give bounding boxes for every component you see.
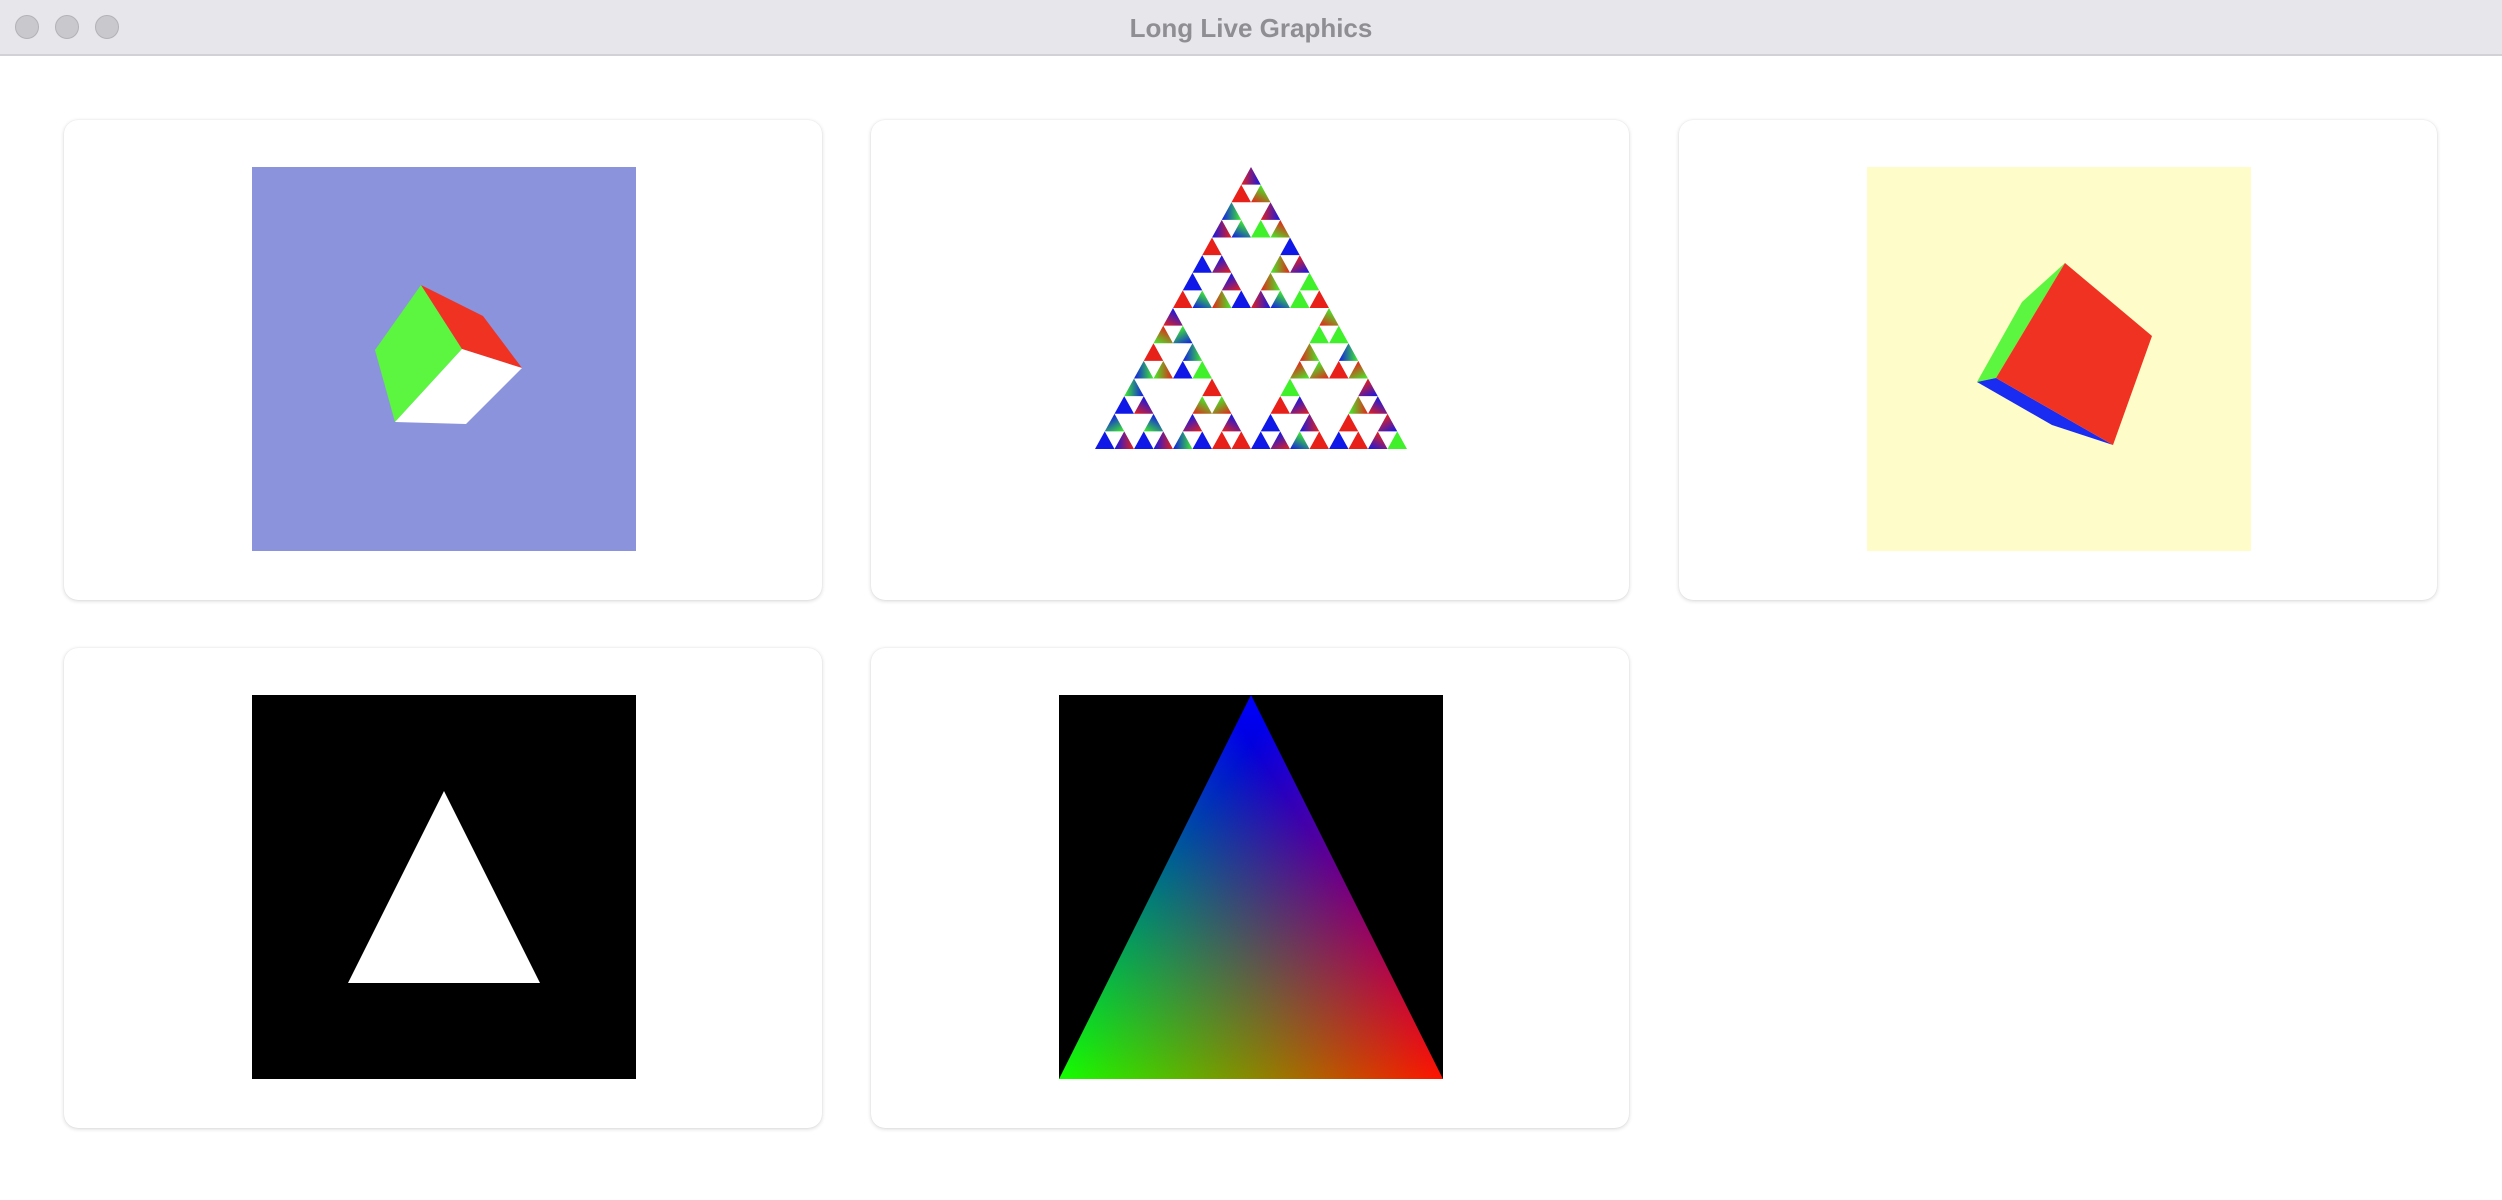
spinning-cube-canvas[interactable]: [252, 167, 636, 551]
app-window: Long Live Graphics: [0, 0, 2502, 1200]
canvas-background: [1059, 167, 1443, 551]
rotating-cube-canvas[interactable]: [1867, 167, 2251, 551]
demo-card-rgb-triangle: [871, 648, 1629, 1128]
sierpinski-canvas[interactable]: [1059, 167, 1443, 551]
demo-card-white-triangle: [64, 648, 822, 1128]
white-triangle-canvas[interactable]: [252, 695, 636, 1079]
demo-card-sierpinski: [871, 120, 1629, 600]
demo-card-rotating-cube: [1679, 120, 2437, 600]
demo-card-spinning-cube: [64, 120, 822, 600]
rgb-triangle-canvas[interactable]: [1059, 695, 1443, 1079]
window-title: Long Live Graphics: [1129, 13, 1373, 43]
title-bar: Long Live Graphics: [0, 0, 2502, 56]
